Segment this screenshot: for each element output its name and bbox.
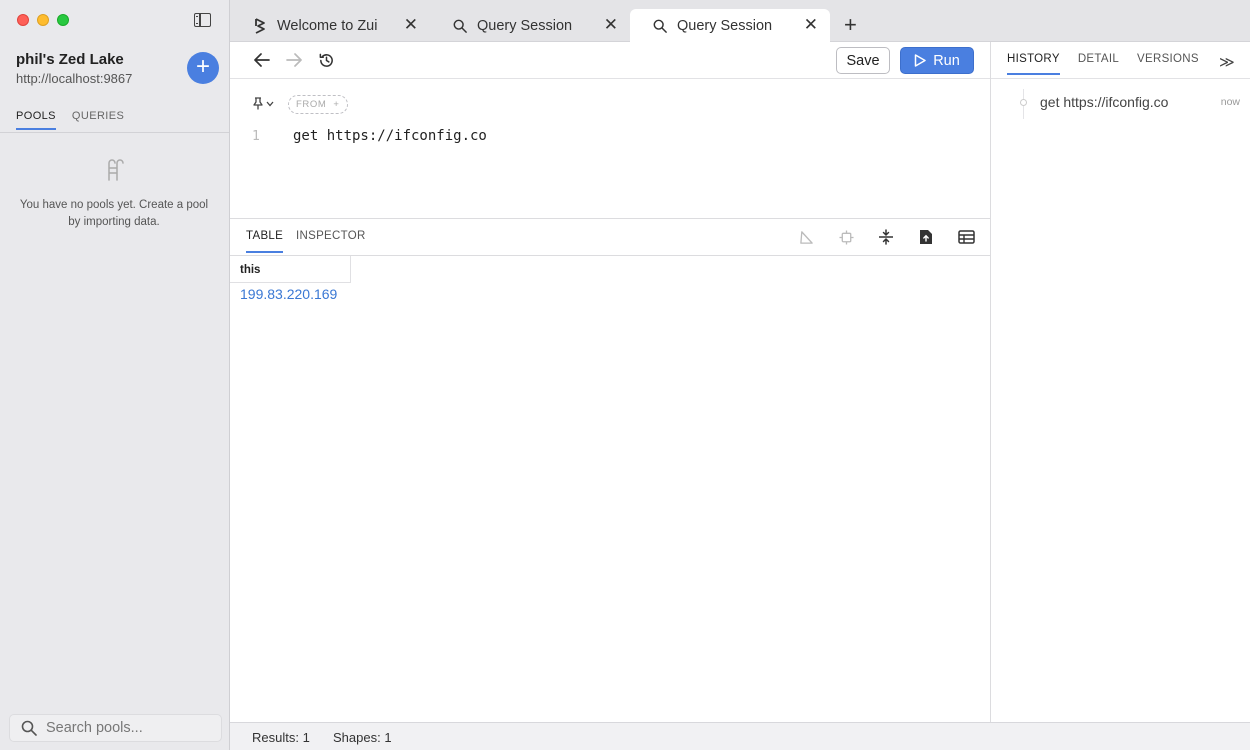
sidebar-divider bbox=[0, 132, 229, 133]
new-tab-button[interactable]: + bbox=[844, 14, 857, 36]
shape-icon[interactable] bbox=[797, 228, 815, 246]
close-window-button[interactable] bbox=[17, 14, 29, 26]
search-pools-box[interactable] bbox=[9, 714, 222, 742]
run-button[interactable]: Run bbox=[900, 47, 974, 74]
from-add-icon: + bbox=[333, 99, 340, 110]
tab-query-session-1[interactable]: Query Session ✕ bbox=[430, 9, 630, 42]
results-table: this 199.83.220.169 bbox=[230, 256, 990, 722]
search-icon bbox=[452, 18, 468, 34]
lake-url: http://localhost:9867 bbox=[16, 71, 133, 86]
run-label: Run bbox=[933, 52, 960, 69]
query-toolbar: Save Run bbox=[230, 42, 990, 79]
from-pill[interactable]: FROM + bbox=[288, 95, 348, 114]
expand-icon[interactable] bbox=[837, 228, 855, 246]
table-cell[interactable]: 199.83.220.169 bbox=[240, 286, 337, 302]
lake-name[interactable]: phil's Zed Lake bbox=[16, 51, 124, 68]
search-icon bbox=[652, 18, 668, 34]
sidebar: phil's Zed Lake http://localhost:9867 + … bbox=[0, 0, 230, 750]
query-editor[interactable]: FROM + 1 get https://ifconfig.co bbox=[230, 79, 990, 219]
chevron-down-icon bbox=[266, 101, 274, 106]
minimize-window-button[interactable] bbox=[37, 14, 49, 26]
tab-history[interactable]: HISTORY bbox=[1007, 53, 1060, 75]
export-file-icon[interactable] bbox=[917, 228, 935, 246]
pin-menu[interactable] bbox=[252, 97, 274, 110]
right-panel: HISTORY DETAIL VERSIONS ≫ get https://if… bbox=[990, 42, 1250, 722]
add-button[interactable]: + bbox=[187, 52, 219, 84]
close-tab-icon[interactable]: ✕ bbox=[404, 16, 418, 33]
save-button[interactable]: Save bbox=[836, 47, 890, 74]
back-arrow-icon[interactable] bbox=[252, 51, 272, 69]
tab-strip: Welcome to Zui ✕ Query Session ✕ Query S… bbox=[230, 0, 1250, 42]
window-controls bbox=[17, 14, 69, 26]
search-pools-input[interactable] bbox=[46, 720, 216, 736]
search-icon bbox=[21, 720, 37, 736]
close-tab-icon[interactable]: ✕ bbox=[804, 16, 818, 33]
history-dot-icon bbox=[1020, 99, 1027, 106]
tab-pools[interactable]: POOLS bbox=[16, 110, 56, 130]
pool-ladder-icon bbox=[108, 159, 124, 181]
tab-detail[interactable]: DETAIL bbox=[1078, 53, 1119, 75]
history-clock-icon[interactable] bbox=[316, 51, 336, 69]
results-header: TABLE INSPECTOR bbox=[230, 219, 990, 256]
empty-pools-message: You have no pools yet. Create a pool by … bbox=[19, 199, 209, 228]
tab-query-session-2[interactable]: Query Session ✕ bbox=[630, 9, 830, 42]
tab-queries[interactable]: QUERIES bbox=[72, 110, 124, 130]
history-time: now bbox=[1220, 96, 1240, 108]
query-code[interactable]: get https://ifconfig.co bbox=[293, 128, 487, 144]
pin-icon bbox=[253, 97, 263, 110]
maximize-window-button[interactable] bbox=[57, 14, 69, 26]
from-label: FROM bbox=[296, 99, 327, 110]
results-count: Results: 1 bbox=[252, 730, 310, 745]
tab-label: Query Session bbox=[477, 17, 573, 34]
history-item[interactable]: get https://ifconfig.co now bbox=[1019, 89, 1244, 119]
close-tab-icon[interactable]: ✕ bbox=[604, 16, 618, 33]
zui-logo-icon bbox=[252, 17, 268, 34]
play-icon bbox=[914, 54, 926, 67]
tab-label: Query Session bbox=[677, 17, 773, 34]
line-number: 1 bbox=[252, 129, 260, 144]
columns-table-icon[interactable] bbox=[957, 228, 975, 246]
right-panel-divider bbox=[991, 78, 1250, 79]
sidebar-tabs: POOLS QUERIES bbox=[16, 110, 124, 130]
tab-label: Welcome to Zui bbox=[277, 17, 378, 34]
sidebar-toggle-icon[interactable] bbox=[194, 13, 211, 27]
tab-inspector[interactable]: INSPECTOR bbox=[296, 230, 366, 251]
tab-table[interactable]: TABLE bbox=[246, 230, 284, 253]
shapes-count: Shapes: 1 bbox=[333, 730, 392, 745]
column-header[interactable]: this bbox=[230, 256, 351, 283]
forward-arrow-icon[interactable] bbox=[284, 51, 304, 69]
tab-versions[interactable]: VERSIONS bbox=[1137, 53, 1199, 75]
collapse-panel-icon[interactable]: ≫ bbox=[1219, 53, 1235, 71]
history-query: get https://ifconfig.co bbox=[1040, 94, 1169, 110]
tab-welcome[interactable]: Welcome to Zui ✕ bbox=[230, 9, 430, 42]
status-bar: Results: 1 Shapes: 1 bbox=[230, 722, 1250, 750]
right-panel-tabs: HISTORY DETAIL VERSIONS bbox=[1007, 53, 1199, 75]
collapse-icon[interactable] bbox=[877, 228, 895, 246]
